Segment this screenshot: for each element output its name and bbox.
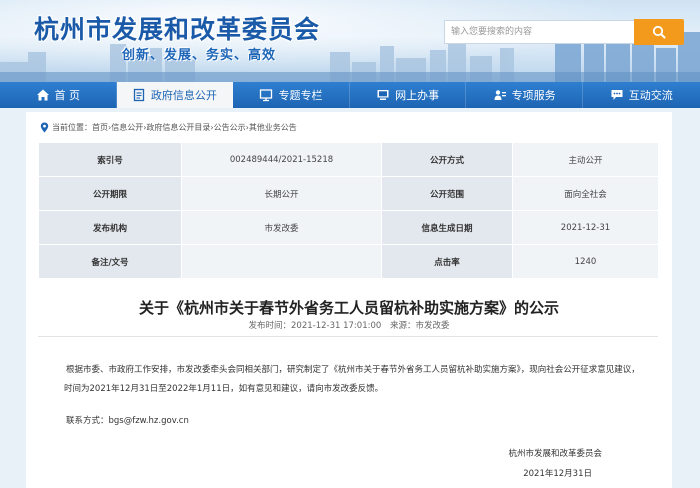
nav-item-special-services[interactable]: 专项服务: [466, 82, 583, 108]
table-row: 公开期限 长期公开 公开范围 面向全社会: [38, 176, 659, 211]
table-row: 索引号 002489444/2021-15218 公开方式 主动公开: [38, 142, 659, 177]
nav-item-gov-info[interactable]: 政府信息公开: [116, 82, 234, 108]
nav-item-home[interactable]: 首 页: [0, 82, 117, 108]
disclosure-method-label: 公开方式: [381, 142, 513, 177]
nav-item-label: 政府信息公开: [150, 89, 217, 102]
info-table: 索引号 002489444/2021-15218 公开方式 主动公开 公开期限 …: [38, 142, 659, 279]
divider: [38, 336, 658, 337]
site-header: 杭州市发展和改革委员会 创新、发展、务实、高效 输入您要搜索的内容: [0, 0, 700, 82]
contact-info: 联系方式：bgs@fzw.hz.gov.cn: [66, 416, 189, 426]
nav-item-label: 专项服务: [511, 89, 556, 102]
article-paragraph-line: 时间为2021年12月31日至2022年1月11日，如有意见和建议，请向市发改委…: [64, 384, 384, 394]
document-number-label: 备注/文号: [38, 244, 182, 279]
index-number-label: 索引号: [38, 142, 182, 177]
signature-organization: 杭州市发展和改革委员会: [508, 449, 602, 459]
disclosure-period-value: 长期公开: [181, 176, 382, 211]
signature-date: 2021年12月31日: [523, 469, 592, 479]
main-nav: 首 页 政府信息公开 专题专栏 网上办事 专项服务 互动交流: [0, 82, 700, 108]
disclosure-method-value: 主动公开: [512, 142, 659, 177]
generation-date-value: 2021-12-31: [512, 210, 659, 245]
nav-item-online-services[interactable]: 网上办事: [350, 82, 467, 108]
generation-date-label: 信息生成日期: [381, 210, 513, 245]
document-number-value: [181, 244, 382, 279]
issuer-value: 市发改委: [181, 210, 382, 245]
article-source: 来源：市发改委: [389, 321, 450, 331]
monitor-icon: [259, 88, 273, 102]
article-title: 关于《杭州市关于春节外省务工人员留杭补助实施方案》的公示: [138, 299, 559, 317]
table-row: 备注/文号 点击率 1240: [38, 244, 659, 279]
click-count-label: 点击率: [381, 244, 513, 279]
location-pin-icon: [40, 122, 49, 132]
breadcrumb-link-catalog[interactable]: 政府信息公开目录: [146, 122, 210, 133]
main-content: 当前位置： 首页 › 信息公开 › 政府信息公开目录 › 公告公示 › 其他业务…: [26, 112, 672, 488]
click-count-value: 1240: [512, 244, 659, 279]
document-icon: [132, 88, 146, 102]
site-title: 杭州市发展和改革委员会: [34, 15, 321, 44]
breadcrumb-prefix: 当前位置：: [52, 122, 92, 132]
nav-item-interaction[interactable]: 互动交流: [583, 82, 700, 108]
disclosure-scope-value: 面向全社会: [512, 176, 659, 211]
site-slogan: 创新、发展、务实、高效: [122, 48, 277, 63]
breadcrumb-link-notices[interactable]: 公告公示: [214, 122, 246, 133]
issuer-label: 发布机构: [38, 210, 182, 245]
breadcrumb: 当前位置： 首页 › 信息公开 › 政府信息公开目录 › 公告公示 › 其他业务…: [40, 120, 297, 134]
computer-icon: [376, 88, 390, 102]
disclosure-scope-label: 公开范围: [381, 176, 513, 211]
search-icon: [652, 25, 666, 39]
breadcrumb-link-other[interactable]: 其他业务公告: [249, 122, 297, 133]
article-meta: 发布时间：2021-12-31 17:01:00 来源：市发改委: [26, 319, 672, 331]
publish-time: 发布时间：2021-12-31 17:01:00: [248, 321, 382, 331]
article-paragraph-line: 根据市委、市政府工作安排，市发改委牵头会同相关部门，研究制定了《杭州市关于春节外…: [66, 365, 640, 375]
search-button[interactable]: [634, 19, 684, 45]
breadcrumb-link-home[interactable]: 首页: [92, 122, 108, 133]
home-icon: [36, 88, 50, 102]
search-input[interactable]: 输入您要搜索的内容: [444, 20, 636, 44]
nav-item-label: 专题专栏: [278, 89, 323, 102]
breadcrumb-link-info-public[interactable]: 信息公开: [111, 122, 143, 133]
chat-icon: [610, 88, 624, 102]
nav-item-label: 网上办事: [395, 89, 440, 102]
service-icon: [493, 88, 507, 102]
nav-item-label: 互动交流: [628, 89, 673, 102]
table-row: 发布机构 市发改委 信息生成日期 2021-12-31: [38, 210, 659, 245]
index-number-value: 002489444/2021-15218: [181, 142, 382, 177]
disclosure-period-label: 公开期限: [38, 176, 182, 211]
nav-item-label: 首 页: [54, 89, 81, 102]
nav-item-topics[interactable]: 专题专栏: [233, 82, 350, 108]
